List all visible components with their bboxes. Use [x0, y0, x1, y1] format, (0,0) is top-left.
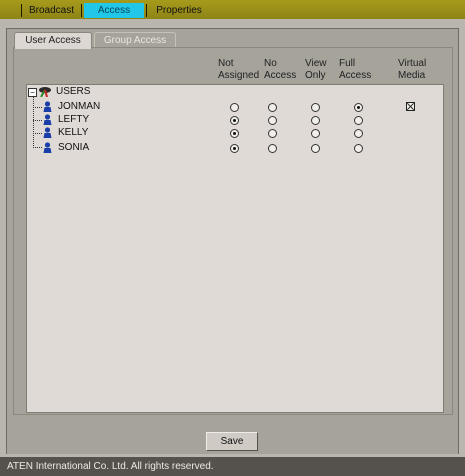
header-line: Full [339, 58, 356, 69]
radio-not-assigned[interactable] [230, 129, 239, 138]
radio-no-access[interactable] [268, 103, 277, 112]
tree-line [33, 120, 42, 121]
users-group-icon [39, 87, 51, 97]
radio-no-access[interactable] [268, 129, 277, 138]
footer-copyright: ATEN International Co. Ltd. All rights r… [0, 457, 465, 476]
save-button[interactable]: Save [206, 432, 258, 451]
tab-access[interactable]: Access [84, 3, 144, 18]
column-header-no-access: No Access [264, 58, 296, 82]
subtab-user-access[interactable]: User Access [14, 32, 92, 49]
radio-view-only[interactable] [311, 129, 320, 138]
radio-not-assigned[interactable] [230, 116, 239, 125]
user-icon [43, 114, 52, 125]
radio-full-access[interactable] [354, 116, 363, 125]
tab-broadcast[interactable]: Broadcast [24, 3, 79, 18]
tree-line [33, 133, 42, 134]
top-nav-bar: Broadcast Access Properties [0, 0, 465, 19]
tree-root-users[interactable]: USERS [56, 86, 90, 97]
tree-line [33, 147, 42, 148]
user-name[interactable]: KELLY [58, 127, 88, 138]
radio-not-assigned[interactable] [230, 144, 239, 153]
radio-full-access[interactable] [354, 129, 363, 138]
radio-full-access[interactable] [354, 144, 363, 153]
tree-line [33, 107, 42, 108]
radio-view-only[interactable] [311, 103, 320, 112]
nav-separator [21, 4, 22, 17]
tab-properties[interactable]: Properties [149, 3, 209, 18]
header-line: Media [398, 70, 426, 81]
user-name[interactable]: LEFTY [58, 114, 89, 125]
header-line: Assigned [218, 70, 260, 81]
radio-full-access[interactable] [354, 103, 363, 112]
radio-no-access[interactable] [268, 116, 277, 125]
column-header-not-assigned: Not Assigned [218, 58, 259, 82]
user-name[interactable]: SONIA [58, 142, 89, 153]
header-line: Not [218, 58, 234, 69]
radio-view-only[interactable] [311, 144, 320, 153]
user-icon [43, 101, 52, 112]
header-line: View [305, 58, 327, 69]
nav-separator [81, 4, 82, 17]
radio-not-assigned[interactable] [230, 103, 239, 112]
header-line: No [264, 58, 277, 69]
tree-line [33, 97, 34, 148]
radio-view-only[interactable] [311, 116, 320, 125]
column-header-full-access: Full Access [339, 58, 371, 82]
column-header-virtual-media: Virtual Media [398, 58, 426, 82]
column-header-view-only: View Only [305, 58, 327, 82]
header-line: Access [264, 70, 297, 81]
user-name[interactable]: JONMAN [58, 101, 100, 112]
nav-separator [146, 4, 147, 17]
header-line: Virtual [398, 58, 427, 69]
user-icon [43, 142, 52, 153]
header-line: Access [339, 70, 372, 81]
user-icon [43, 127, 52, 138]
collapse-icon[interactable]: − [28, 88, 37, 97]
virtual-media-checkbox[interactable] [406, 102, 415, 111]
radio-no-access[interactable] [268, 144, 277, 153]
header-line: Only [305, 70, 326, 81]
